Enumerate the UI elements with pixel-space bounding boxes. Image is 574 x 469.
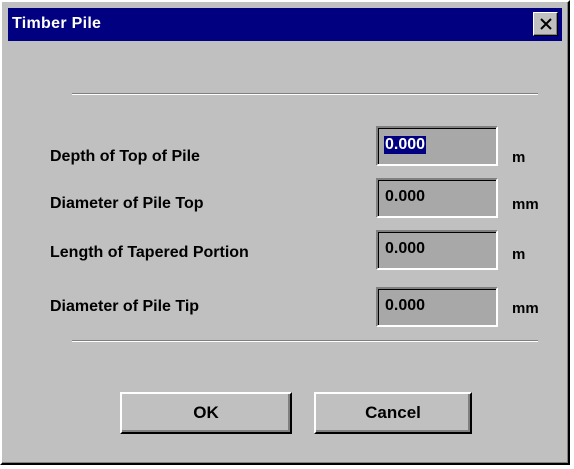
diameter-of-tip-unit: mm: [512, 300, 539, 317]
diameter-of-tip-label: Diameter of Pile Tip: [50, 298, 200, 315]
close-icon: [540, 18, 552, 30]
bottom-separator: [72, 340, 538, 342]
diameter-of-top-label: Diameter of Pile Top: [50, 195, 204, 212]
tapered-length-value: 0.000: [385, 240, 426, 257]
depth-of-top-unit: m: [512, 149, 526, 166]
timber-pile-dialog: Timber Pile Depth of Top of Pile 0.000 m…: [0, 0, 570, 465]
diameter-of-top-unit: mm: [512, 196, 539, 213]
diameter-of-top-input[interactable]: 0.000: [376, 178, 498, 218]
close-button[interactable]: [533, 12, 558, 36]
window-title: Timber Pile: [12, 15, 102, 32]
diameter-of-tip-input[interactable]: 0.000: [376, 287, 498, 327]
tapered-length-unit: m: [512, 246, 526, 263]
diameter-of-tip-value: 0.000: [385, 297, 426, 314]
depth-of-top-input[interactable]: 0.000: [376, 126, 498, 166]
cancel-button[interactable]: Cancel: [314, 392, 472, 434]
diameter-of-top-value: 0.000: [385, 188, 426, 205]
depth-of-top-value: 0.000: [384, 136, 427, 154]
ok-button[interactable]: OK: [120, 392, 292, 434]
depth-of-top-label: Depth of Top of Pile: [50, 148, 200, 165]
tapered-length-label: Length of Tapered Portion: [50, 244, 249, 261]
title-bar[interactable]: Timber Pile: [8, 8, 562, 41]
tapered-length-input[interactable]: 0.000: [376, 230, 498, 270]
top-separator: [72, 93, 538, 95]
